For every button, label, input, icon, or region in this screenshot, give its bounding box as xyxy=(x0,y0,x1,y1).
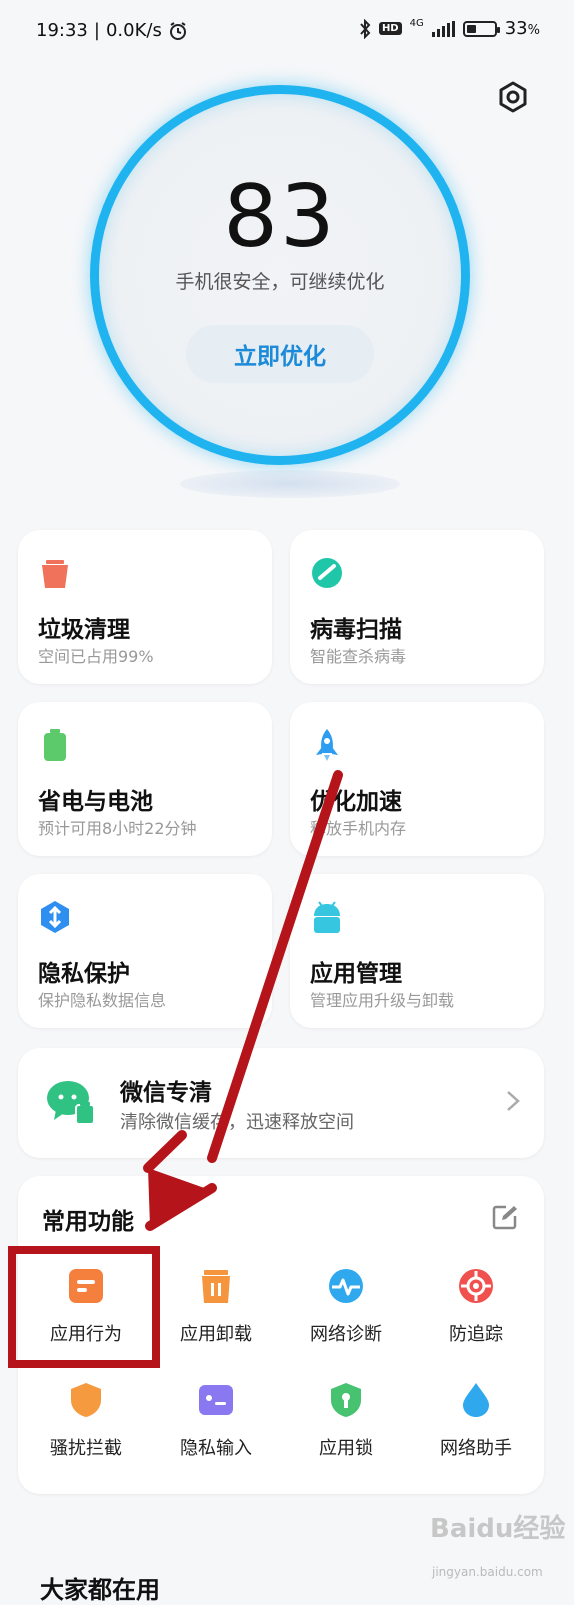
battery-saver-icon xyxy=(44,729,66,761)
tile-subtitle: 预计可用8小时22分钟 xyxy=(38,819,197,838)
feature-network-diagnose[interactable]: 网络诊断 xyxy=(286,1268,406,1368)
tile-junk-clean[interactable]: 垃圾清理 空间已占用99% xyxy=(18,530,272,684)
tile-title: 省电与电池 xyxy=(38,789,153,815)
block-shield-icon xyxy=(71,1383,101,1417)
battery-icon xyxy=(462,20,500,37)
battery-value: 33 xyxy=(504,18,528,39)
tile-title: 病毒扫描 xyxy=(310,617,402,643)
battery-percent: 33% xyxy=(505,18,540,39)
network-type: 4G xyxy=(409,18,424,29)
wechat-clean-subtitle: 清除微信缓存，迅速释放空间 xyxy=(120,1112,354,1133)
alarm-icon xyxy=(169,21,186,40)
tile-title: 优化加速 xyxy=(310,789,402,815)
anti-track-icon xyxy=(459,1269,493,1303)
bluetooth-icon xyxy=(360,18,371,39)
annotation-highlight-box xyxy=(8,1246,160,1368)
edit-icon[interactable] xyxy=(492,1204,518,1230)
tile-title: 垃圾清理 xyxy=(38,617,130,643)
privacy-icon xyxy=(41,901,69,933)
wechat-clean-icon xyxy=(47,1081,95,1125)
settings-gear-icon[interactable] xyxy=(496,80,530,114)
tile-subtitle: 保护隐私数据信息 xyxy=(38,991,167,1010)
app-lock-icon xyxy=(331,1383,361,1417)
tile-subtitle: 释放手机内存 xyxy=(310,819,407,838)
feature-network-assistant[interactable]: 网络助手 xyxy=(416,1382,536,1482)
feature-label: 应用锁 xyxy=(319,1438,373,1459)
uninstall-icon xyxy=(202,1270,230,1303)
tile-privacy[interactable]: 隐私保护 保护隐私数据信息 xyxy=(18,874,272,1028)
feature-uninstall[interactable]: 应用卸载 xyxy=(156,1268,276,1368)
feature-label: 防追踪 xyxy=(449,1324,503,1345)
feature-label: 骚扰拦截 xyxy=(50,1438,122,1459)
security-score-panel: 83 手机很安全，可继续优化 立即优化 xyxy=(90,85,470,465)
water-drop-icon xyxy=(463,1383,489,1417)
feature-app-lock[interactable]: 应用锁 xyxy=(286,1382,406,1482)
feature-privacy-input[interactable]: 隐私输入 xyxy=(156,1382,276,1482)
feature-label: 网络助手 xyxy=(440,1438,512,1459)
battery-unit: % xyxy=(527,23,540,38)
tile-app-manage[interactable]: 应用管理 管理应用升级与卸载 xyxy=(290,874,544,1028)
tile-subtitle: 管理应用升级与卸载 xyxy=(310,991,455,1010)
status-right: HD 4G 33% xyxy=(359,18,540,39)
baidu-watermark: Baidu经验 xyxy=(430,1514,566,1544)
status-speed: 0.0K/s xyxy=(105,20,162,41)
status-time: 19:33 xyxy=(36,20,88,41)
rocket-icon xyxy=(316,729,338,761)
score-shadow xyxy=(180,470,400,498)
tile-speed-up[interactable]: 优化加速 释放手机内存 xyxy=(290,702,544,856)
network-diagnose-icon xyxy=(329,1269,363,1303)
shield-scan-icon xyxy=(312,558,342,588)
battery-fill xyxy=(466,24,476,33)
signal-icon xyxy=(431,20,455,37)
score-description: 手机很安全，可继续优化 xyxy=(175,271,385,293)
features-title: 常用功能 xyxy=(42,1209,134,1235)
tile-subtitle: 空间已占用99% xyxy=(38,647,154,666)
tile-title: 隐私保护 xyxy=(38,961,130,987)
privacy-input-icon xyxy=(199,1385,233,1415)
tile-subtitle: 智能查杀病毒 xyxy=(310,647,407,666)
chevron-right-icon xyxy=(507,1091,520,1111)
tile-virus-scan[interactable]: 病毒扫描 智能查杀病毒 xyxy=(290,530,544,684)
hd-badge: HD xyxy=(378,22,402,35)
status-divider: | xyxy=(93,20,100,41)
feature-label: 网络诊断 xyxy=(310,1324,382,1345)
tile-title: 应用管理 xyxy=(310,961,402,987)
tile-battery[interactable]: 省电与电池 预计可用8小时22分钟 xyxy=(18,702,272,856)
security-score: 83 xyxy=(223,167,337,267)
android-icon xyxy=(314,901,340,933)
feature-label: 应用卸载 xyxy=(180,1324,252,1345)
wechat-clean-title: 微信专清 xyxy=(120,1080,212,1106)
feature-anti-track[interactable]: 防追踪 xyxy=(416,1268,536,1368)
feature-label: 隐私输入 xyxy=(180,1438,252,1459)
trash-icon xyxy=(42,560,68,588)
feature-harass-block[interactable]: 骚扰拦截 xyxy=(26,1382,146,1482)
baidu-watermark-url: jingyan.baidu.com xyxy=(432,1565,543,1579)
optimize-now-button[interactable]: 立即优化 xyxy=(186,325,374,383)
wechat-clean-card[interactable]: 微信专清 清除微信缓存，迅速释放空间 xyxy=(18,1048,544,1158)
status-left: 19:33 | 0.0K/s xyxy=(36,20,188,41)
status-bar: 19:33 | 0.0K/s HD 4G 33% xyxy=(0,0,574,62)
